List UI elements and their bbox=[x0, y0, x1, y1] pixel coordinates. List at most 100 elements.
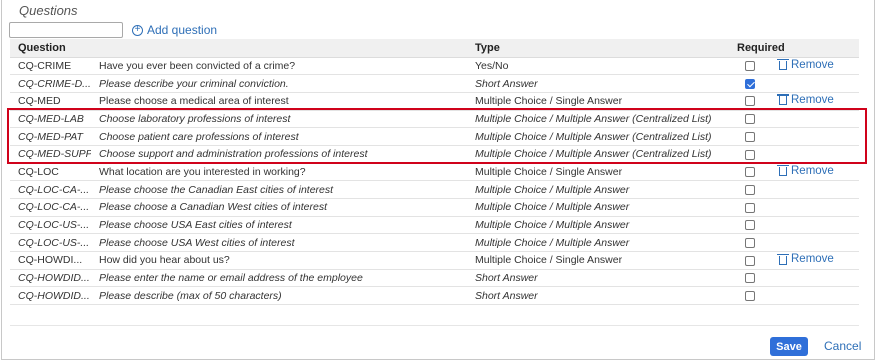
question-code: CQ-LOC-US-... bbox=[10, 233, 91, 253]
add-circle-icon: + bbox=[132, 24, 143, 36]
question-code: CQ-CRIME bbox=[10, 57, 91, 76]
required-cell bbox=[729, 110, 771, 129]
question-code: CQ-HOWDI... bbox=[10, 251, 91, 270]
question-text: Please describe your criminal conviction… bbox=[91, 74, 467, 93]
required-checkbox[interactable] bbox=[745, 149, 755, 160]
required-cell bbox=[729, 180, 771, 199]
question-code: CQ-LOC-CA-... bbox=[10, 180, 91, 199]
question-text: Please choose USA West cities of interes… bbox=[91, 233, 467, 253]
question-text: What location are you interested in work… bbox=[91, 163, 467, 182]
question-type: Multiple Choice / Single Answer bbox=[467, 251, 729, 270]
required-cell bbox=[729, 286, 771, 306]
required-checkbox[interactable] bbox=[745, 220, 755, 231]
required-checkbox[interactable] bbox=[745, 202, 755, 213]
trash-icon bbox=[777, 253, 789, 265]
required-checkbox[interactable] bbox=[745, 96, 755, 107]
question-type: Short Answer bbox=[467, 269, 729, 288]
required-checkbox[interactable] bbox=[745, 78, 755, 89]
question-type: Yes/No bbox=[467, 57, 729, 76]
search-input[interactable] bbox=[9, 22, 123, 38]
add-question-label: Add question bbox=[147, 23, 218, 37]
required-cell bbox=[729, 269, 771, 288]
question-type: Multiple Choice / Multiple Answer bbox=[467, 233, 729, 253]
action-cell: Remove bbox=[771, 251, 859, 270]
table-row[interactable]: CQ-MED Please choose a medical area of in… bbox=[10, 92, 859, 111]
question-text: Have you ever been convicted of a crime? bbox=[91, 57, 467, 76]
required-cell bbox=[729, 74, 771, 93]
required-cell bbox=[729, 57, 771, 76]
remove-button[interactable]: Remove bbox=[777, 58, 834, 71]
table-row[interactable]: CQ-HOWDI... How did you hear about us? Mul… bbox=[10, 251, 859, 270]
table-row[interactable]: CQ-CRIME Have you ever been convicted of … bbox=[10, 57, 859, 76]
table-row[interactable]: CQ-MED-SUPP Choose support and administra… bbox=[10, 145, 859, 164]
table-row[interactable]: CQ-CRIME-D... Please describe your crimin… bbox=[10, 74, 859, 93]
required-checkbox[interactable] bbox=[745, 184, 755, 195]
required-cell bbox=[729, 127, 771, 146]
action-cell bbox=[771, 269, 859, 288]
remove-label: Remove bbox=[791, 58, 834, 71]
question-type: Multiple Choice / Multiple Answer (Centr… bbox=[467, 110, 729, 129]
column-header-type: Type bbox=[467, 39, 729, 58]
trash-icon bbox=[777, 59, 789, 71]
action-cell: Remove bbox=[771, 92, 859, 111]
question-code: CQ-LOC-US-... bbox=[10, 216, 91, 235]
required-cell bbox=[729, 198, 771, 217]
required-checkbox[interactable] bbox=[745, 167, 755, 178]
action-cell: Remove bbox=[771, 57, 859, 76]
action-cell bbox=[771, 198, 859, 217]
table-row[interactable]: CQ-LOC What location are you interested i… bbox=[10, 163, 859, 182]
remove-label: Remove bbox=[791, 164, 834, 177]
question-code: CQ-LOC bbox=[10, 163, 91, 182]
table-row[interactable]: CQ-HOWDID... Please describe (max of 50 c… bbox=[10, 286, 859, 306]
required-checkbox[interactable] bbox=[745, 237, 755, 248]
required-checkbox[interactable] bbox=[745, 273, 755, 284]
required-checkbox[interactable] bbox=[745, 291, 755, 301]
question-code: CQ-HOWDID... bbox=[10, 269, 91, 288]
question-text: Choose laboratory professions of interes… bbox=[91, 110, 467, 129]
action-cell bbox=[771, 74, 859, 93]
question-text: Please describe (max of 50 characters) bbox=[91, 286, 467, 306]
question-type: Multiple Choice / Single Answer bbox=[467, 163, 729, 182]
trash-icon bbox=[777, 165, 789, 177]
required-checkbox[interactable] bbox=[745, 114, 755, 125]
table-row[interactable]: CQ-HOWDID... Please enter the name or ema… bbox=[10, 269, 859, 288]
remove-label: Remove bbox=[791, 253, 834, 266]
table-row[interactable]: CQ-MED-PAT Choose patient care profession… bbox=[10, 127, 859, 146]
action-cell bbox=[771, 286, 859, 306]
question-text: Please choose the Canadian East cities o… bbox=[91, 180, 467, 199]
question-text: Please choose USA East cities of interes… bbox=[91, 216, 467, 235]
required-cell bbox=[729, 216, 771, 235]
column-header-question: Question bbox=[10, 39, 91, 58]
remove-button[interactable]: Remove bbox=[777, 164, 834, 177]
save-button[interactable]: Save bbox=[770, 337, 808, 356]
question-code: CQ-MED-LAB bbox=[10, 110, 91, 129]
footer-divider bbox=[10, 325, 859, 326]
action-cell bbox=[771, 216, 859, 235]
question-text: Please choose a Canadian West cities of … bbox=[91, 198, 467, 217]
table-row[interactable]: CQ-LOC-US-... Please choose USA East citi… bbox=[10, 216, 859, 235]
remove-button[interactable]: Remove bbox=[777, 94, 834, 106]
cancel-link[interactable]: Cancel bbox=[824, 339, 861, 353]
remove-button[interactable]: Remove bbox=[777, 253, 834, 266]
column-header-required: Required bbox=[729, 39, 859, 58]
action-cell bbox=[771, 233, 859, 253]
required-checkbox[interactable] bbox=[745, 61, 755, 72]
question-type: Multiple Choice / Multiple Answer (Centr… bbox=[467, 145, 729, 164]
table-row[interactable]: CQ-LOC-CA-... Please choose a Canadian We… bbox=[10, 198, 859, 217]
question-text: Choose patient care professions of inter… bbox=[91, 127, 467, 146]
question-type: Short Answer bbox=[467, 74, 729, 93]
table-row[interactable]: CQ-LOC-US-... Please choose USA West citi… bbox=[10, 233, 859, 253]
question-type: Short Answer bbox=[467, 286, 729, 306]
table-row[interactable]: CQ-LOC-CA-... Please choose the Canadian … bbox=[10, 180, 859, 199]
add-question-button[interactable]: + Add question bbox=[132, 22, 217, 38]
required-checkbox[interactable] bbox=[745, 255, 755, 266]
table-row[interactable]: CQ-MED-LAB Choose laboratory professions … bbox=[10, 110, 859, 129]
question-code: CQ-MED-SUPP bbox=[10, 145, 91, 164]
required-cell bbox=[729, 92, 771, 111]
trash-icon bbox=[777, 94, 789, 106]
question-type: Multiple Choice / Multiple Answer bbox=[467, 216, 729, 235]
required-checkbox[interactable] bbox=[745, 131, 755, 142]
action-cell bbox=[771, 127, 859, 146]
action-cell bbox=[771, 180, 859, 199]
question-type: Multiple Choice / Multiple Answer bbox=[467, 180, 729, 199]
